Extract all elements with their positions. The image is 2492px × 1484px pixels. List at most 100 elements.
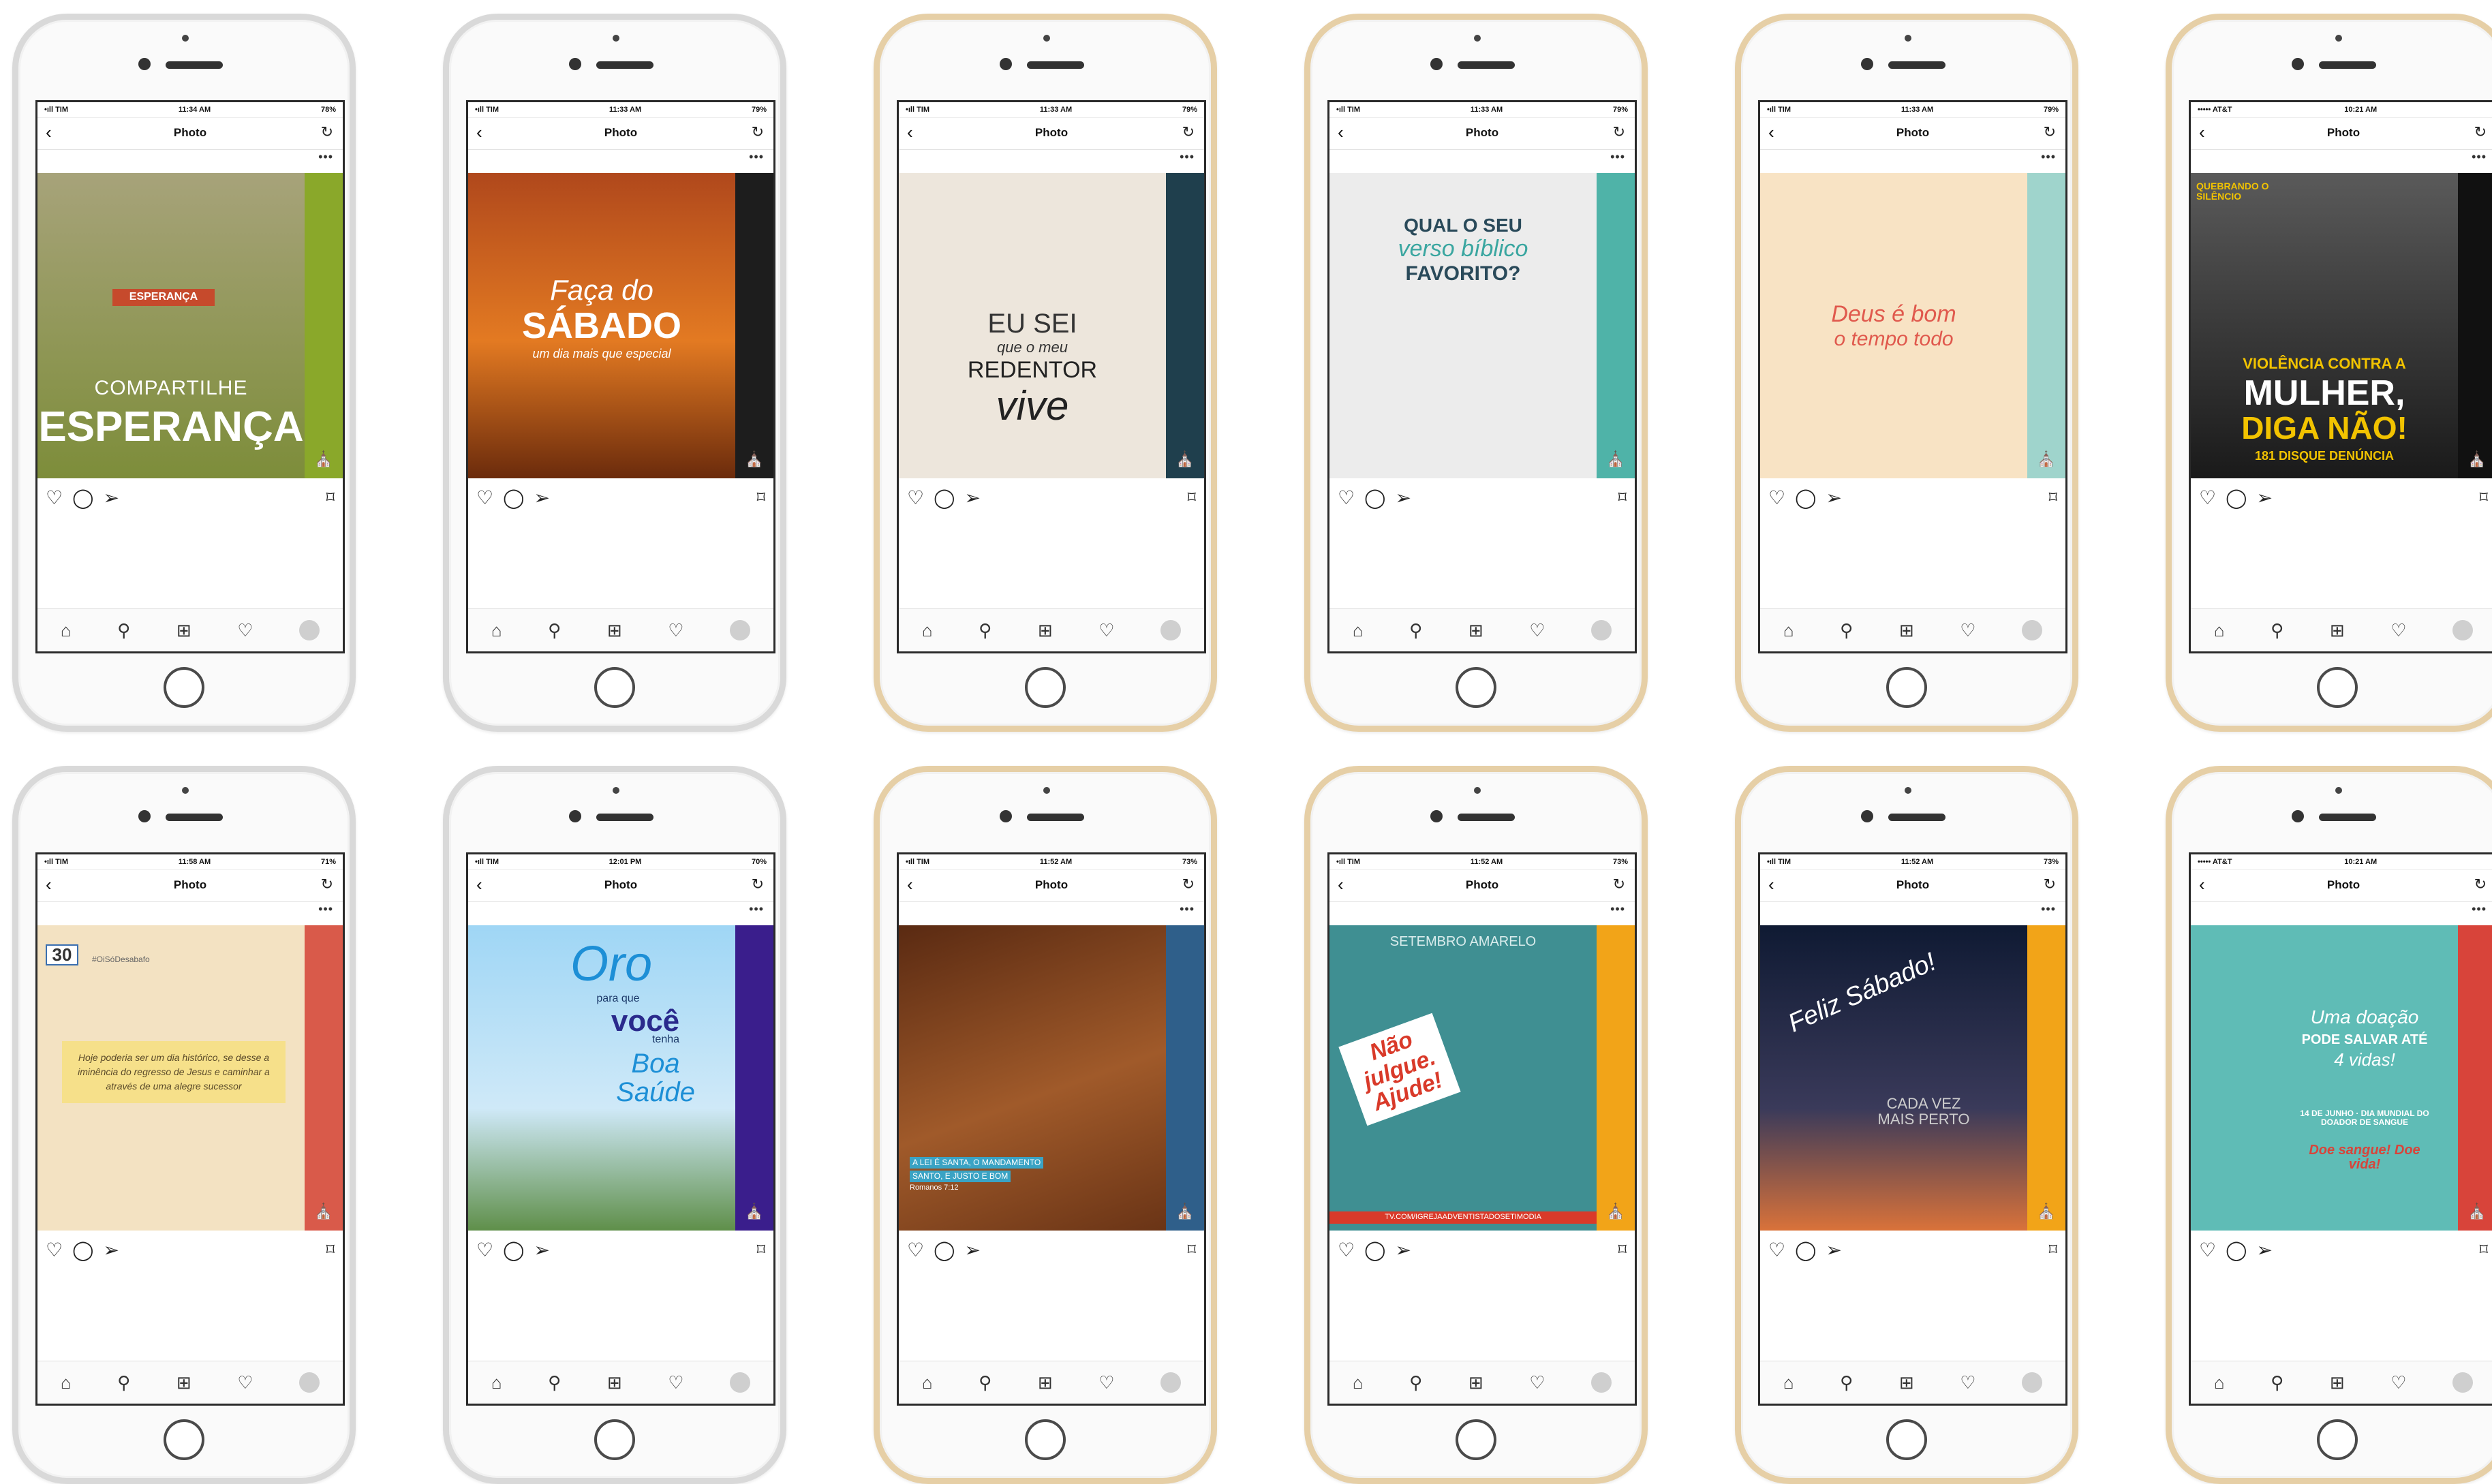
home-button[interactable] xyxy=(164,667,204,708)
search-icon[interactable]: ⚲ xyxy=(548,1372,561,1393)
more-options-button[interactable]: ••• xyxy=(1760,150,2065,173)
home-icon[interactable]: ⌂ xyxy=(1353,620,1364,641)
add-post-icon[interactable]: ⊞ xyxy=(1899,1372,1914,1393)
bookmark-icon[interactable]: ⌑ xyxy=(2049,488,2057,508)
profile-avatar[interactable] xyxy=(1160,620,1182,640)
send-icon[interactable]: ➢ xyxy=(1395,486,1411,509)
home-button[interactable] xyxy=(1025,1419,1066,1460)
heart-icon[interactable]: ♡ xyxy=(907,486,924,509)
comment-icon[interactable]: ◯ xyxy=(934,1239,955,1261)
more-options-button[interactable]: ••• xyxy=(1329,150,1635,173)
bookmark-icon[interactable]: ⌑ xyxy=(326,1240,335,1260)
post-image[interactable]: Uma doação PODE SALVAR ATÉ 4 vidas! 14 DE J… xyxy=(2191,925,2492,1231)
home-icon[interactable]: ⌂ xyxy=(491,620,502,641)
more-options-button[interactable]: ••• xyxy=(1329,902,1635,925)
heart-icon[interactable]: ♡ xyxy=(46,1239,63,1261)
profile-avatar[interactable] xyxy=(2452,620,2474,640)
home-icon[interactable]: ⌂ xyxy=(491,1372,502,1393)
reload-icon[interactable]: ↻ xyxy=(2474,123,2487,141)
heart-icon[interactable]: ♡ xyxy=(2199,1239,2216,1261)
home-icon[interactable]: ⌂ xyxy=(2214,620,2225,641)
heart-icon[interactable]: ♡ xyxy=(907,1239,924,1261)
heart-icon[interactable]: ♡ xyxy=(2199,486,2216,509)
home-icon[interactable]: ⌂ xyxy=(922,1372,933,1393)
profile-avatar[interactable] xyxy=(730,620,751,640)
more-options-button[interactable]: ••• xyxy=(1760,902,2065,925)
activity-heart-icon[interactable]: ♡ xyxy=(237,1372,253,1393)
more-options-button[interactable]: ••• xyxy=(899,902,1204,925)
bookmark-icon[interactable]: ⌑ xyxy=(2480,1240,2488,1260)
home-icon[interactable]: ⌂ xyxy=(1783,620,1794,641)
profile-avatar[interactable] xyxy=(1160,1372,1182,1393)
send-icon[interactable]: ➢ xyxy=(1826,486,1841,509)
reload-icon[interactable]: ↻ xyxy=(321,123,333,141)
search-icon[interactable]: ⚲ xyxy=(2271,620,2283,641)
add-post-icon[interactable]: ⊞ xyxy=(2330,1372,2345,1393)
comment-icon[interactable]: ◯ xyxy=(1795,1239,1816,1261)
more-options-button[interactable]: ••• xyxy=(468,150,773,173)
add-post-icon[interactable]: ⊞ xyxy=(1468,620,1483,641)
heart-icon[interactable]: ♡ xyxy=(1338,486,1355,509)
send-icon[interactable]: ➢ xyxy=(1395,1239,1411,1261)
more-options-button[interactable]: ••• xyxy=(899,150,1204,173)
heart-icon[interactable]: ♡ xyxy=(1768,486,1785,509)
activity-heart-icon[interactable]: ♡ xyxy=(2390,620,2406,641)
send-icon[interactable]: ➢ xyxy=(103,1239,119,1261)
reload-icon[interactable]: ↻ xyxy=(752,876,764,893)
comment-icon[interactable]: ◯ xyxy=(503,1239,524,1261)
bookmark-icon[interactable]: ⌑ xyxy=(757,488,765,508)
comment-icon[interactable]: ◯ xyxy=(934,486,955,509)
profile-avatar[interactable] xyxy=(299,620,320,640)
profile-avatar[interactable] xyxy=(1591,1372,1612,1393)
heart-icon[interactable]: ♡ xyxy=(476,1239,493,1261)
send-icon[interactable]: ➢ xyxy=(2256,1239,2272,1261)
add-post-icon[interactable]: ⊞ xyxy=(1468,1372,1483,1393)
reload-icon[interactable]: ↻ xyxy=(2044,123,2056,141)
home-icon[interactable]: ⌂ xyxy=(1783,1372,1794,1393)
bookmark-icon[interactable]: ⌑ xyxy=(1618,488,1627,508)
reload-icon[interactable]: ↻ xyxy=(2044,876,2056,893)
send-icon[interactable]: ➢ xyxy=(103,486,119,509)
search-icon[interactable]: ⚲ xyxy=(2271,1372,2283,1393)
comment-icon[interactable]: ◯ xyxy=(72,486,93,509)
home-button[interactable] xyxy=(594,1419,635,1460)
home-button[interactable] xyxy=(594,667,635,708)
home-button[interactable] xyxy=(1025,667,1066,708)
send-icon[interactable]: ➢ xyxy=(964,1239,980,1261)
heart-icon[interactable]: ♡ xyxy=(46,486,63,509)
send-icon[interactable]: ➢ xyxy=(2256,486,2272,509)
profile-avatar[interactable] xyxy=(2452,1372,2474,1393)
send-icon[interactable]: ➢ xyxy=(534,1239,549,1261)
reload-icon[interactable]: ↻ xyxy=(1182,876,1195,893)
bookmark-icon[interactable]: ⌑ xyxy=(1618,1240,1627,1260)
activity-heart-icon[interactable]: ♡ xyxy=(2390,1372,2406,1393)
send-icon[interactable]: ➢ xyxy=(1826,1239,1841,1261)
bookmark-icon[interactable]: ⌑ xyxy=(1188,488,1196,508)
comment-icon[interactable]: ◯ xyxy=(2226,1239,2247,1261)
home-icon[interactable]: ⌂ xyxy=(2214,1372,2225,1393)
home-button[interactable] xyxy=(1886,1419,1927,1460)
post-image[interactable]: Oro para que você tenha Boa Saúde ⛪ xyxy=(468,925,773,1231)
activity-heart-icon[interactable]: ♡ xyxy=(1098,1372,1114,1393)
more-options-button[interactable]: ••• xyxy=(2191,902,2492,925)
home-button[interactable] xyxy=(2317,1419,2358,1460)
activity-heart-icon[interactable]: ♡ xyxy=(1529,620,1545,641)
home-icon[interactable]: ⌂ xyxy=(922,620,933,641)
more-options-button[interactable]: ••• xyxy=(37,150,343,173)
send-icon[interactable]: ➢ xyxy=(534,486,549,509)
send-icon[interactable]: ➢ xyxy=(964,486,980,509)
search-icon[interactable]: ⚲ xyxy=(979,1372,991,1393)
home-icon[interactable]: ⌂ xyxy=(61,620,72,641)
post-image[interactable]: Faça do SÁBADO um dia mais que especial ⛪ xyxy=(468,173,773,478)
home-button[interactable] xyxy=(2317,667,2358,708)
profile-avatar[interactable] xyxy=(2022,620,2043,640)
search-icon[interactable]: ⚲ xyxy=(548,620,561,641)
reload-icon[interactable]: ↻ xyxy=(1182,123,1195,141)
search-icon[interactable]: ⚲ xyxy=(1409,1372,1422,1393)
heart-icon[interactable]: ♡ xyxy=(1338,1239,1355,1261)
more-options-button[interactable]: ••• xyxy=(37,902,343,925)
home-button[interactable] xyxy=(1456,667,1496,708)
post-image[interactable]: 30 #OiSóDesabafo Hoje poderia ser um dia h… xyxy=(37,925,343,1231)
heart-icon[interactable]: ♡ xyxy=(1768,1239,1785,1261)
search-icon[interactable]: ⚲ xyxy=(117,1372,130,1393)
